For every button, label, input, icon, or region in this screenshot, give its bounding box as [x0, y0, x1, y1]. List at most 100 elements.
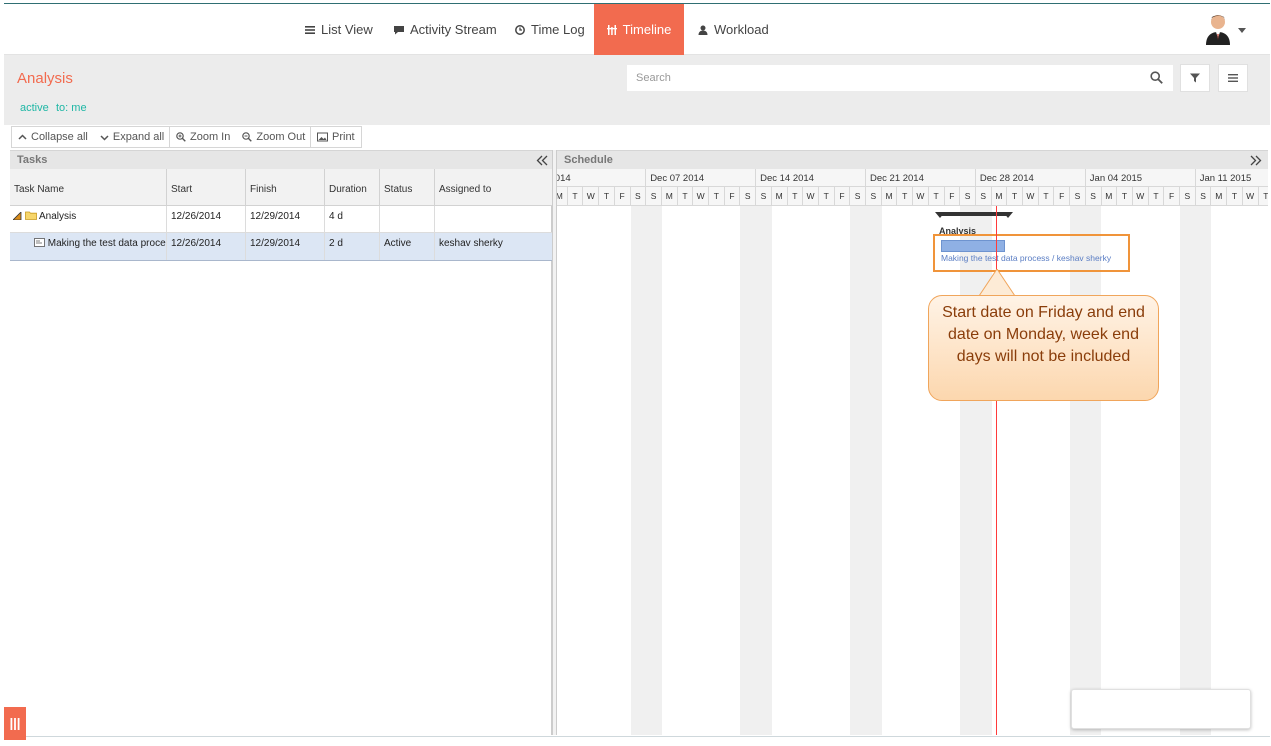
- week-label: Jan 04 2015: [1084, 169, 1195, 187]
- tasks-panel-header: Tasks: [10, 150, 552, 169]
- day-label: M: [1210, 187, 1226, 206]
- nav-time-log[interactable]: Time Log: [505, 4, 595, 55]
- expand-triangle-icon[interactable]: [12, 211, 22, 221]
- day-label: S: [959, 187, 975, 206]
- tasks-panel-title: Tasks: [17, 154, 48, 166]
- day-header-row: MTWTFSSMTWTFSSMTWTFSSMTWTFSSMTWTFSSMTWTF…: [557, 187, 1268, 206]
- weekend-column: [740, 206, 772, 735]
- finish-cell: 12/29/2014: [246, 206, 325, 233]
- filter-button[interactable]: [1180, 64, 1210, 92]
- day-label: M: [660, 187, 677, 206]
- task-name: Making the test data process: [47, 238, 167, 249]
- nav-activity-stream-label: Activity Stream: [410, 22, 497, 37]
- day-label: W: [802, 187, 818, 206]
- nav-workload[interactable]: Workload: [688, 4, 779, 55]
- task-bar-label: Making the test data process / keshav sh…: [941, 253, 1112, 263]
- clock-icon: [515, 24, 525, 35]
- folder-icon: [24, 211, 37, 220]
- column-finish[interactable]: Finish: [246, 169, 325, 206]
- annotation-callout: Start date on Friday and end date on Mon…: [928, 295, 1159, 401]
- hamburger-icon: [1228, 74, 1238, 82]
- day-label: W: [692, 187, 708, 206]
- finish-cell: 12/29/2014: [246, 233, 325, 260]
- page-header: Analysis active to: me Search: [4, 55, 1270, 125]
- column-status[interactable]: Status: [380, 169, 435, 206]
- nav-activity-stream[interactable]: Activity Stream: [384, 4, 507, 55]
- day-label: W: [912, 187, 928, 206]
- collapse-all-button[interactable]: Collapse all: [12, 127, 94, 147]
- duration-cell: 4 d: [325, 206, 380, 233]
- column-duration[interactable]: Duration: [325, 169, 380, 206]
- comment-icon: [394, 25, 404, 34]
- search-placeholder: Search: [636, 72, 671, 84]
- day-label: F: [943, 187, 960, 206]
- column-start[interactable]: Start: [167, 169, 246, 206]
- day-label: S: [755, 187, 771, 206]
- day-label: S: [1084, 187, 1101, 206]
- day-label: F: [723, 187, 740, 206]
- image-icon: [317, 132, 328, 142]
- zoom-out-button[interactable]: Zoom Out: [236, 127, 311, 147]
- task-name: Analysis: [39, 211, 77, 222]
- schedule-panel-title: Schedule: [564, 154, 613, 166]
- print-group: Print: [310, 126, 362, 148]
- day-label: M: [990, 187, 1007, 206]
- search-icon[interactable]: [1150, 71, 1163, 84]
- expand-collapse-group: Collapse all Expand all: [11, 126, 172, 148]
- day-label: F: [613, 187, 630, 206]
- zoom-in-icon: [176, 132, 186, 142]
- day-label: M: [557, 187, 567, 206]
- day-label: T: [566, 187, 583, 206]
- notification-panel[interactable]: [1071, 689, 1251, 729]
- day-label: F: [1163, 187, 1179, 206]
- day-label: W: [1241, 187, 1258, 206]
- schedule-chart: 30 2014Dec 07 2014Dec 14 2014Dec 21 2014…: [557, 169, 1268, 735]
- filter-tag-assignee[interactable]: to: me: [56, 102, 87, 114]
- zoom-in-button[interactable]: Zoom In: [170, 127, 236, 147]
- print-button[interactable]: Print: [311, 127, 361, 147]
- top-navigation: List View Activity Stream Time Log Timel…: [4, 4, 1270, 55]
- print-label: Print: [332, 131, 355, 143]
- day-label: T: [896, 187, 912, 206]
- timeline-icon: [606, 24, 617, 35]
- day-label: T: [786, 187, 803, 206]
- day-label: F: [1053, 187, 1069, 206]
- user-avatar[interactable]: [1204, 13, 1232, 45]
- chevron-down-icon[interactable]: [1238, 28, 1246, 33]
- task-icon: [34, 238, 45, 247]
- task-name-cell: Making the test data process: [10, 233, 167, 260]
- day-label: M: [770, 187, 787, 206]
- table-row[interactable]: Analysis 12/26/2014 12/29/2014 4 d: [10, 206, 552, 233]
- status-cell: [380, 206, 435, 233]
- gantt-toolbar: Collapse all Expand all Zoom In Zoom Out…: [4, 125, 1270, 149]
- day-label: S: [1069, 187, 1085, 206]
- column-assigned-to[interactable]: Assigned to: [435, 169, 552, 206]
- summary-bar-ends: [935, 212, 1013, 218]
- day-label: S: [974, 187, 991, 206]
- table-row[interactable]: Making the test data process 12/26/2014 …: [10, 233, 552, 261]
- nav-list-view[interactable]: List View: [295, 4, 383, 55]
- week-label: Dec 21 2014: [865, 169, 975, 187]
- filter-tag-status[interactable]: active: [20, 102, 49, 114]
- day-label: F: [833, 187, 850, 206]
- day-label: T: [1006, 187, 1022, 206]
- search-input[interactable]: Search: [626, 64, 1174, 92]
- day-label: T: [598, 187, 614, 206]
- menu-button[interactable]: [1218, 64, 1248, 92]
- week-label: Dec 14 2014: [755, 169, 865, 187]
- collapse-left-icon[interactable]: [536, 155, 548, 166]
- page-title: Analysis: [17, 70, 73, 87]
- column-task-name[interactable]: Task Name: [10, 169, 167, 206]
- expand-all-button[interactable]: Expand all: [94, 127, 170, 147]
- weekend-column: [1070, 206, 1102, 735]
- day-label: W: [1022, 187, 1038, 206]
- nav-timeline[interactable]: Timeline: [594, 4, 684, 55]
- zoom-out-icon: [242, 132, 253, 142]
- week-label: 30 2014: [557, 169, 641, 187]
- day-label: S: [849, 187, 865, 206]
- side-panel-toggle[interactable]: [4, 707, 26, 740]
- day-label: T: [676, 187, 693, 206]
- expand-right-icon[interactable]: [1250, 155, 1262, 166]
- duration-cell: 2 d: [325, 233, 380, 260]
- day-label: T: [1116, 187, 1132, 206]
